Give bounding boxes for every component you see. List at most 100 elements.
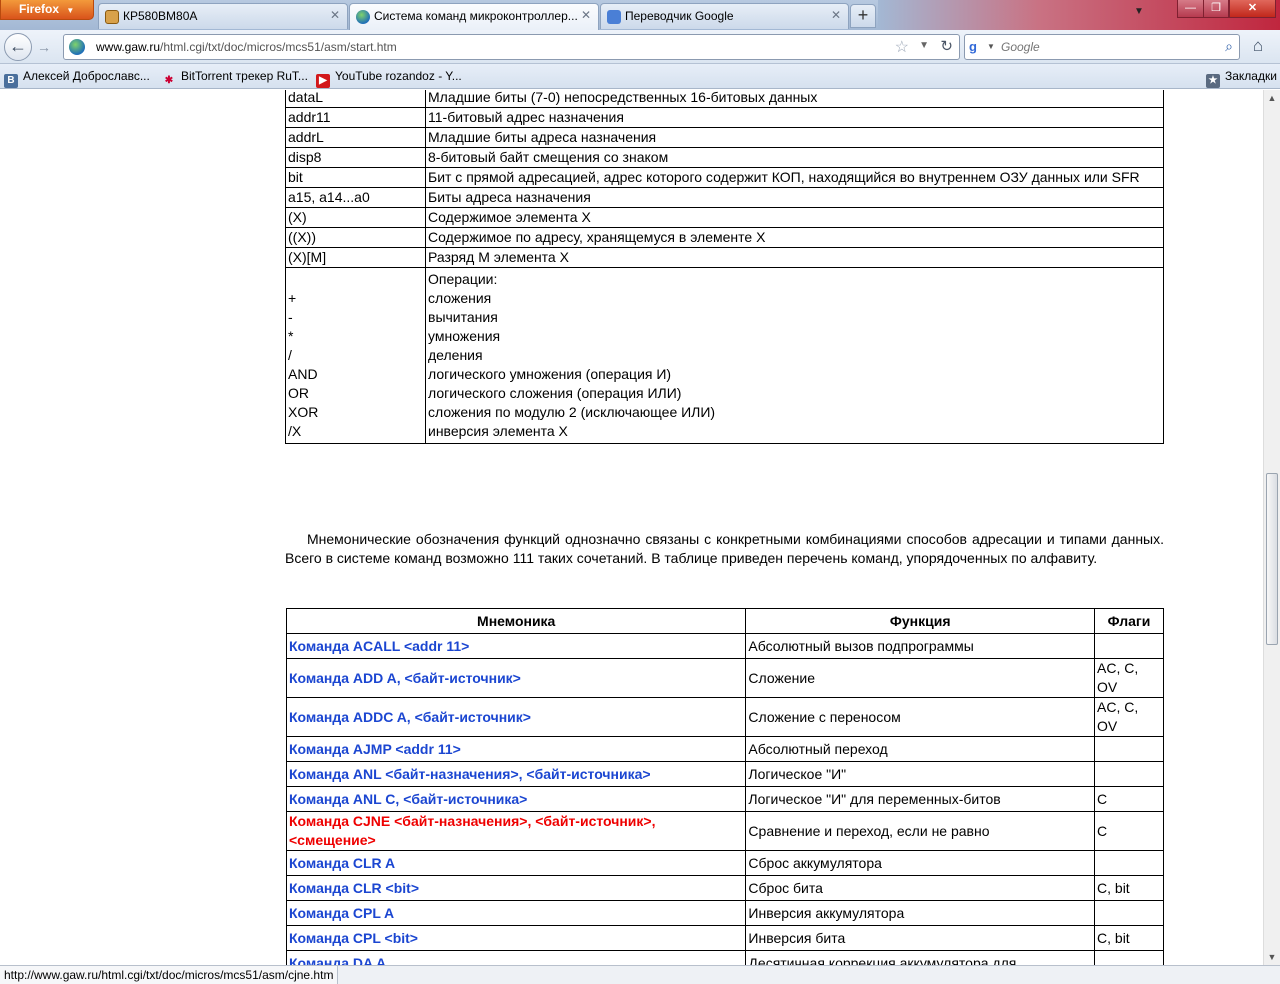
bookmark-item[interactable]: B Алексей Доброславс... xyxy=(4,69,150,88)
bookmarks-toolbar: B Алексей Доброславс... ✱ BitTorrent треке… xyxy=(0,64,1280,89)
translate-icon xyxy=(607,10,621,24)
command-link[interactable]: Команда CPL A xyxy=(289,905,394,921)
meaning-cell: Младшие биты (7-0) непосредственных 16-б… xyxy=(425,90,1164,108)
operation-symbol: XOR xyxy=(288,404,319,420)
table-row: Команда CLR A Сброс аккумулятора xyxy=(285,850,1164,876)
command-link[interactable]: Команда ADD A, <байт-источник> xyxy=(289,670,521,686)
list-all-tabs-icon[interactable]: ▼ xyxy=(1134,6,1144,17)
tab-google-translate[interactable]: Переводчик Google ✕ xyxy=(600,3,849,29)
operation-meaning: деления xyxy=(428,347,483,363)
restore-button[interactable]: ❐ xyxy=(1203,0,1229,18)
tab-mcs51[interactable]: Система команд микроконтроллер... ✕ xyxy=(349,3,599,30)
search-icon[interactable]: ⌕ xyxy=(1225,38,1233,55)
scrollbar-thumb[interactable] xyxy=(1266,473,1278,645)
scroll-up-icon[interactable]: ▲ xyxy=(1264,90,1280,106)
history-dropdown-icon[interactable]: ▼ xyxy=(919,40,929,51)
reload-icon[interactable]: ↻ xyxy=(940,37,953,55)
command-link[interactable]: Команда CLR A xyxy=(289,855,395,871)
scroll-down-icon[interactable]: ▼ xyxy=(1264,949,1280,965)
command-link[interactable]: Команда ANL <байт-назначения>, <байт-ист… xyxy=(289,766,651,782)
symbol-cell: disp8 xyxy=(285,147,426,168)
url-text[interactable]: www.gaw.ru/html.cgi/txt/doc/micros/mcs51… xyxy=(96,40,397,54)
flags-cell xyxy=(1094,761,1164,787)
firefox-menu-button[interactable]: Firefox ▼ xyxy=(0,0,94,20)
google-icon[interactable]: g xyxy=(969,39,985,55)
site-identity-icon[interactable] xyxy=(69,39,85,55)
operation-symbol: * xyxy=(288,328,294,344)
function-cell: Абсолютный переход xyxy=(745,736,1096,762)
back-arrow-icon[interactable]: ← xyxy=(4,33,32,61)
operation-meaning: сложения по модулю 2 (исключающее ИЛИ) xyxy=(428,404,716,420)
close-icon[interactable]: ✕ xyxy=(329,9,341,21)
command-link[interactable]: Команда DA A xyxy=(289,955,386,966)
bookmark-star-icon[interactable]: ☆ xyxy=(895,37,909,57)
bookmarks-menu-icon: ★ xyxy=(1206,74,1220,88)
column-header-mnemonic: Мнемоника xyxy=(285,608,747,634)
status-bar: http://www.gaw.ru/html.cgi/txt/doc/micro… xyxy=(0,965,1280,984)
flags-cell xyxy=(1094,950,1164,965)
tab-kr580[interactable]: КР580ВМ80А ✕ xyxy=(98,3,348,29)
meaning-cell: Содержимое по адресу, хранящемуся в элем… xyxy=(425,227,1164,248)
flags-cell: AC, C, OV xyxy=(1094,658,1164,698)
column-header-function: Функция xyxy=(745,608,1096,634)
command-link[interactable]: Команда CPL <bit> xyxy=(289,930,418,946)
bookmark-item[interactable]: ▶ YouTube rozandoz - Y... xyxy=(316,69,462,88)
chevron-down-icon: ▼ xyxy=(66,6,75,15)
vertical-scrollbar[interactable]: ▲ ▼ xyxy=(1263,90,1280,965)
search-input[interactable] xyxy=(1001,40,1201,54)
function-cell: Инверсия бита xyxy=(745,925,1096,951)
forward-arrow-icon[interactable]: → xyxy=(33,38,55,58)
mnemonic-cell: Команда ANL <байт-назначения>, <байт-ист… xyxy=(285,761,747,787)
minimize-button[interactable]: — xyxy=(1177,0,1204,18)
bookmark-item[interactable]: ✱ BitTorrent трекер RuT... xyxy=(162,69,308,88)
mnemonic-cell: Команда ACALL <addr 11> xyxy=(285,633,747,659)
table-row: Команда ACALL <addr 11> Абсолютный вызов … xyxy=(285,633,1164,659)
bookmarks-menu-button[interactable]: ★ Закладки xyxy=(1206,69,1277,88)
operation-symbol: - xyxy=(288,309,293,325)
tab-title: Переводчик Google xyxy=(625,9,734,23)
new-tab-button[interactable]: + xyxy=(850,4,876,28)
tab-title: КР580ВМ80А xyxy=(123,9,198,23)
command-link[interactable]: Команда ACALL <addr 11> xyxy=(289,638,469,654)
command-link[interactable]: Команда CJNE <байт-назначения>, <байт-ис… xyxy=(289,813,656,848)
url-bar[interactable]: www.gaw.ru/html.cgi/txt/doc/micros/mcs51… xyxy=(63,34,960,60)
command-link[interactable]: Команда ANL C, <байт-источника> xyxy=(289,791,527,807)
search-engine-dropdown-icon[interactable]: ▼ xyxy=(987,42,995,51)
bookmark-label: BitTorrent трекер RuT... xyxy=(181,69,308,83)
symbol-cell: (X) xyxy=(285,207,426,228)
column-header-flags: Флаги xyxy=(1094,608,1164,634)
symbol-cell: ((X)) xyxy=(285,227,426,248)
bookmark-label: YouTube rozandoz - Y... xyxy=(335,69,462,83)
meaning-cell: 11-битовый адрес назначения xyxy=(425,107,1164,128)
search-bar[interactable]: g ▼ ⌕ xyxy=(964,34,1240,60)
operation-meaning: логического умножения (операция И) xyxy=(428,366,672,382)
mnemonic-cell: Команда AJMP <addr 11> xyxy=(285,736,747,762)
table-row: Команда ANL <байт-назначения>, <байт-ист… xyxy=(285,761,1164,787)
operation-symbol: + xyxy=(288,290,297,306)
table-row: (X)[M] Разряд М элемента Х xyxy=(285,247,1164,268)
mnemonic-cell: Команда CLR A xyxy=(285,850,747,876)
operations-spacer xyxy=(288,270,423,289)
flags-cell: C xyxy=(1094,811,1164,851)
function-cell: Инверсия аккумулятора xyxy=(745,900,1096,926)
meaning-cell: Содержимое элемента Х xyxy=(425,207,1164,228)
close-icon[interactable]: ✕ xyxy=(830,9,842,21)
close-window-button[interactable]: ✕ xyxy=(1229,0,1276,18)
function-cell: Логическое "И" xyxy=(745,761,1096,787)
function-cell: Сложение с переносом xyxy=(745,697,1096,737)
command-link[interactable]: Команда AJMP <addr 11> xyxy=(289,741,461,757)
operation-meaning: вычитания xyxy=(428,309,498,325)
operation-symbol: AND xyxy=(288,366,318,382)
table-row: addrL Младшие биты адреса назначения xyxy=(285,127,1164,148)
command-link[interactable]: Команда CLR <bit> xyxy=(289,880,419,896)
operations-row: + - * / AND OR XOR/X Операции: сложения вычитания… xyxy=(285,267,1164,444)
flags-cell: C, bit xyxy=(1094,875,1164,901)
operation-meaning: инверсия элемента Х xyxy=(428,423,568,439)
close-icon[interactable]: ✕ xyxy=(580,9,592,21)
bookmarks-menu-label: Закладки xyxy=(1225,69,1277,83)
function-cell: Десятичная коррекция аккумулятора для xyxy=(745,950,1096,965)
meaning-cell: Биты адреса назначения xyxy=(425,187,1164,208)
home-icon[interactable]: ⌂ xyxy=(1246,36,1270,58)
command-link[interactable]: Команда ADDC A, <байт-источник> xyxy=(289,709,531,725)
function-cell: Логическое "И" для переменных-битов xyxy=(745,786,1096,812)
